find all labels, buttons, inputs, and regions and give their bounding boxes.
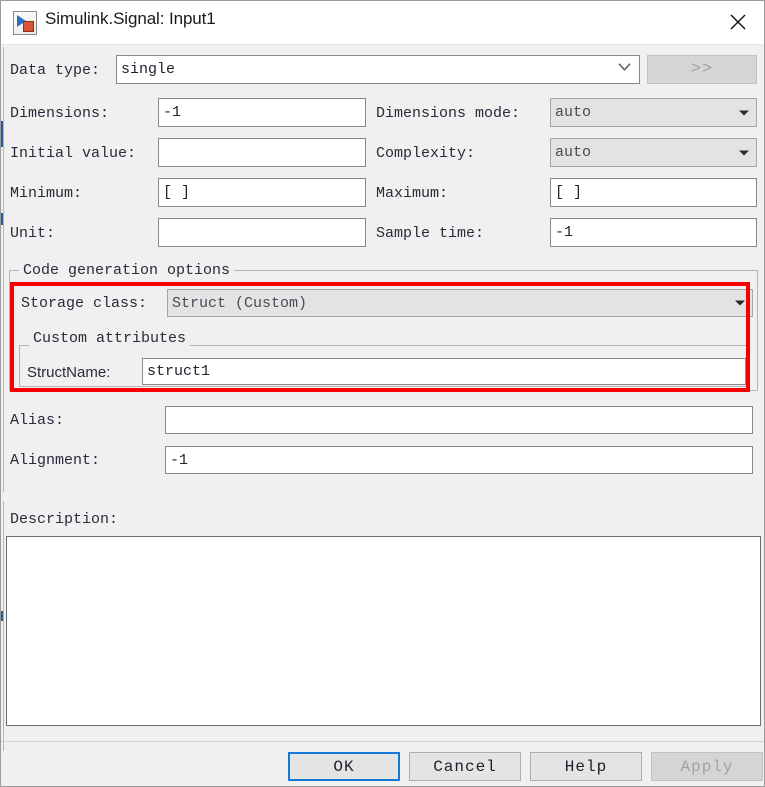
- dimensions-mode-combo[interactable]: auto: [550, 98, 757, 127]
- apply-button-label: Apply: [680, 757, 734, 776]
- data-type-expand-label: >>: [690, 60, 714, 79]
- storage-class-combo[interactable]: Struct (Custom): [167, 289, 753, 317]
- alias-label: Alias:: [10, 412, 65, 429]
- chevron-down-icon: [735, 300, 745, 306]
- left-edge-divider-2: [3, 501, 4, 751]
- custom-attributes-title: Custom attributes: [29, 331, 191, 346]
- maximum-input[interactable]: [ ]: [550, 178, 757, 207]
- sample-time-input[interactable]: -1: [550, 218, 757, 247]
- maximum-label: Maximum:: [376, 185, 449, 202]
- dimensions-mode-label: Dimensions mode:: [376, 105, 521, 122]
- alignment-label: Alignment:: [10, 452, 101, 469]
- chevron-down-icon: [618, 59, 631, 76]
- complexity-label: Complexity:: [376, 145, 476, 162]
- sample-time-value: -1: [555, 224, 574, 241]
- data-type-value: single: [121, 61, 176, 78]
- unit-label: Unit:: [10, 225, 56, 242]
- title-bar: Simulink.Signal: Input1: [1, 1, 764, 45]
- left-edge-marker-1: [1, 121, 3, 147]
- description-textarea[interactable]: [6, 536, 761, 726]
- help-button-label: Help: [564, 757, 608, 776]
- complexity-combo[interactable]: auto: [550, 138, 757, 167]
- struct-name-label: StructName:: [27, 364, 111, 381]
- window-title: Simulink.Signal: Input1: [45, 9, 216, 28]
- left-edge-divider: [3, 47, 4, 492]
- complexity-value: auto: [555, 144, 592, 161]
- alignment-value: -1: [170, 451, 189, 469]
- dimensions-label: Dimensions:: [10, 105, 110, 122]
- cancel-button[interactable]: Cancel: [409, 752, 521, 781]
- minimum-input[interactable]: [ ]: [158, 178, 366, 207]
- initial-value-label: Initial value:: [10, 145, 137, 162]
- minimum-label: Minimum:: [10, 185, 83, 202]
- chevron-down-icon: [739, 110, 749, 115]
- description-label: Description:: [10, 511, 119, 528]
- button-bar-separator: [1, 741, 764, 742]
- alignment-input[interactable]: -1: [165, 446, 753, 474]
- chevron-down-icon: [739, 150, 749, 155]
- dimensions-mode-value: auto: [555, 104, 592, 121]
- help-button[interactable]: Help: [530, 752, 642, 781]
- cancel-button-label: Cancel: [433, 757, 497, 776]
- struct-name-value: struct1: [147, 363, 211, 380]
- sample-time-label: Sample time:: [376, 225, 485, 242]
- storage-class-value: Struct (Custom): [172, 294, 308, 312]
- apply-button[interactable]: Apply: [651, 752, 763, 781]
- code-generation-options-title: Code generation options: [19, 263, 235, 278]
- close-icon[interactable]: [712, 1, 764, 43]
- storage-class-label: Storage class:: [21, 295, 148, 312]
- left-edge-marker-2: [1, 213, 3, 225]
- minimum-value: [ ]: [163, 184, 191, 201]
- initial-value-input[interactable]: [158, 138, 366, 167]
- maximum-value: [ ]: [555, 184, 583, 201]
- ok-button[interactable]: OK: [288, 752, 400, 781]
- unit-input[interactable]: [158, 218, 366, 247]
- ok-button-label: OK: [333, 757, 355, 776]
- alias-input[interactable]: [165, 406, 753, 434]
- signal-properties-dialog: Simulink.Signal: Input1 Data type: singl…: [0, 0, 765, 787]
- data-type-expand-button[interactable]: >>: [647, 55, 757, 84]
- struct-name-input[interactable]: struct1: [142, 358, 746, 385]
- simulink-signal-icon: [13, 11, 37, 35]
- data-type-combo[interactable]: single: [116, 55, 640, 84]
- dimensions-input[interactable]: -1: [158, 98, 366, 127]
- data-type-label: Data type:: [10, 62, 101, 79]
- dimensions-value: -1: [163, 104, 182, 121]
